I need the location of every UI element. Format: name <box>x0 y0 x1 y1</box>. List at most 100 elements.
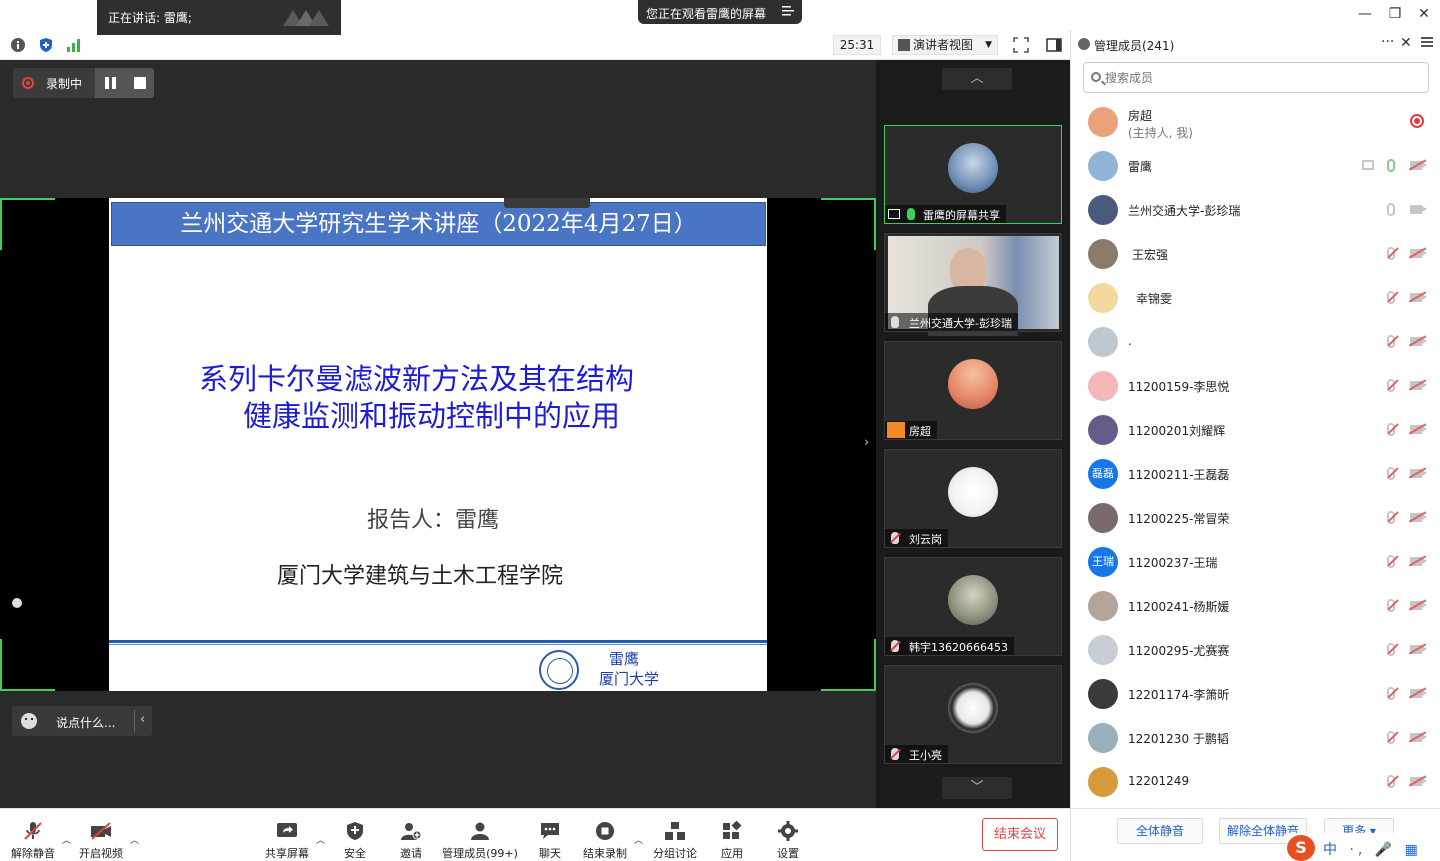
video-options-caret-icon[interactable]: ︿ <box>130 833 139 846</box>
end-recording-button[interactable]: 结束录制 <box>578 809 632 861</box>
camera-off-icon[interactable] <box>1410 557 1427 566</box>
microphone-muted-icon[interactable] <box>1387 291 1395 304</box>
member-row[interactable]: 11200159-李思悦 <box>1071 364 1440 408</box>
member-row[interactable]: 11200241-杨斯媛 <box>1071 584 1440 628</box>
restore-icon[interactable]: ❐ <box>1388 6 1402 22</box>
unmute-button[interactable]: 解除静音 <box>3 809 63 861</box>
video-tile[interactable]: 雷鹰的屏幕共享 <box>884 125 1062 224</box>
microphone-muted-icon[interactable] <box>1387 555 1395 568</box>
camera-off-icon[interactable] <box>1410 601 1427 610</box>
minimize-icon[interactable]: — <box>1358 6 1372 22</box>
share-options-caret-icon[interactable]: ︿ <box>316 833 325 846</box>
camera-off-icon[interactable] <box>1410 469 1427 478</box>
member-row[interactable]: 房超 (主持人, 我) <box>1071 100 1440 144</box>
manage-members-button[interactable]: 管理成员(99+) <box>440 809 520 861</box>
gallery-scroll-down-button[interactable]: ﹀ <box>942 777 1012 799</box>
member-row[interactable]: 磊磊 11200211-王磊磊 <box>1071 452 1440 496</box>
chat-button[interactable]: 聊天 <box>530 809 570 861</box>
microphone-muted-icon[interactable] <box>1387 423 1395 436</box>
video-tile[interactable]: 刘云岗 <box>884 449 1062 548</box>
microphone-muted-icon[interactable] <box>1387 731 1395 744</box>
gallery-scroll-up-button[interactable]: ︿ <box>942 68 1012 90</box>
video-tile[interactable]: 王小亮 <box>884 665 1062 764</box>
quick-chat-input[interactable]: 说点什么... ‹ <box>12 706 152 736</box>
shield-icon[interactable] <box>38 37 54 53</box>
input-method-status: 中 ·, 🎤 ▦ <box>1323 842 1422 858</box>
viewing-screen-banner[interactable]: 您正在观看雷鹰的屏幕 <box>638 0 802 24</box>
breakout-rooms-button[interactable]: 分组讨论 <box>648 809 702 861</box>
microphone-muted-icon[interactable] <box>1387 467 1395 480</box>
microphone-muted-icon[interactable] <box>1387 511 1395 524</box>
chat-bubble-icon <box>541 823 559 839</box>
member-row[interactable]: 王瑞 11200237-王瑞 <box>1071 540 1440 584</box>
options-menu-icon[interactable] <box>782 5 794 17</box>
settings-button[interactable]: 设置 <box>768 809 808 861</box>
member-search-input[interactable] <box>1083 62 1429 93</box>
side-panel-toggle-icon[interactable] <box>1046 37 1062 53</box>
video-tile[interactable]: 房超 <box>884 341 1062 440</box>
close-panel-icon[interactable]: ✕ <box>1400 35 1412 51</box>
info-icon[interactable] <box>10 37 26 53</box>
screen-share-icon <box>888 209 900 219</box>
member-row[interactable]: 12201249 <box>1071 760 1440 804</box>
microphone-muted-icon[interactable] <box>1387 643 1395 656</box>
camera-off-icon[interactable] <box>1410 161 1427 170</box>
camera-off-icon[interactable] <box>1410 645 1427 654</box>
video-tile[interactable]: 韩宇13620666453 <box>884 557 1062 656</box>
member-row[interactable]: 11200201刘耀辉 <box>1071 408 1440 452</box>
active-speaker-text: 正在讲话: 雷鹰; <box>108 11 192 25</box>
invite-button[interactable]: 邀请 <box>390 809 432 861</box>
camera-off-icon[interactable] <box>1410 733 1427 742</box>
camera-off-icon[interactable] <box>1410 777 1427 786</box>
camera-off-icon[interactable] <box>1410 249 1427 258</box>
camera-off-icon[interactable] <box>1410 337 1427 346</box>
camera-off-icon[interactable] <box>1410 513 1427 522</box>
camera-icon[interactable] <box>1410 205 1427 214</box>
camera-off-icon[interactable] <box>1410 425 1427 434</box>
share-frame-corner <box>0 639 55 691</box>
chevron-right-icon[interactable]: › <box>864 435 869 450</box>
view-mode-dropdown[interactable]: 演讲者视图 ▼ <box>892 35 998 55</box>
close-icon[interactable]: ✕ <box>1417 6 1431 22</box>
microphone-muted-icon[interactable] <box>1387 335 1395 348</box>
start-video-button[interactable]: 开启视频 <box>72 809 130 861</box>
more-options-icon[interactable]: ··· <box>1381 34 1394 50</box>
recording-options-caret-icon[interactable]: ︿ <box>634 833 643 846</box>
pause-recording-icon[interactable] <box>105 77 117 89</box>
member-row[interactable]: 12201174-李箫昕 <box>1071 672 1440 716</box>
microphone-muted-icon[interactable] <box>1387 247 1395 260</box>
mute-all-button[interactable]: 全体静音 <box>1117 818 1203 844</box>
chevron-left-icon[interactable]: ‹ <box>140 712 145 727</box>
member-row[interactable]: 王宏强 <box>1071 232 1440 276</box>
member-row[interactable]: 雷鹰 <box>1071 144 1440 188</box>
apps-button[interactable]: 应用 <box>712 809 752 861</box>
member-row[interactable]: 11200225-常冒荣 <box>1071 496 1440 540</box>
member-row[interactable]: 12201230 于鹏韬 <box>1071 716 1440 760</box>
microphone-muted-icon <box>891 748 899 760</box>
end-meeting-button[interactable]: 结束会议 <box>982 818 1058 851</box>
fullscreen-icon[interactable] <box>1013 37 1029 53</box>
camera-off-icon[interactable] <box>1410 381 1427 390</box>
microphone-muted-icon[interactable] <box>1387 775 1395 788</box>
security-button[interactable]: 安全 <box>335 809 375 861</box>
microphone-muted-icon[interactable] <box>1387 379 1395 392</box>
meeting-timer: 25:31 <box>833 35 881 55</box>
microphone-on-icon[interactable] <box>1387 159 1395 172</box>
stop-recording-icon[interactable] <box>134 77 146 89</box>
member-row[interactable]: 幸锦雯 <box>1071 276 1440 320</box>
video-tile[interactable]: 兰州交通大学-彭珍瑞 <box>884 233 1062 336</box>
microphone-muted-icon[interactable] <box>1387 687 1395 700</box>
camera-off-icon[interactable] <box>1410 689 1427 698</box>
audio-options-caret-icon[interactable]: ︿ <box>62 833 71 846</box>
member-row[interactable]: 兰州交通大学-彭珍瑞 <box>1071 188 1440 232</box>
microphone-icon[interactable] <box>1387 203 1395 216</box>
member-row[interactable]: . <box>1071 320 1440 364</box>
share-screen-button[interactable]: 共享屏幕 <box>260 809 314 861</box>
member-avatar <box>1088 327 1118 357</box>
camera-off-icon[interactable] <box>1410 293 1427 302</box>
signal-strength-icon[interactable] <box>66 37 82 53</box>
member-row[interactable]: 11200295-尤赛赛 <box>1071 628 1440 672</box>
emoji-icon[interactable] <box>21 713 37 729</box>
panel-layout-icon[interactable] <box>1421 37 1433 47</box>
microphone-muted-icon[interactable] <box>1387 599 1395 612</box>
